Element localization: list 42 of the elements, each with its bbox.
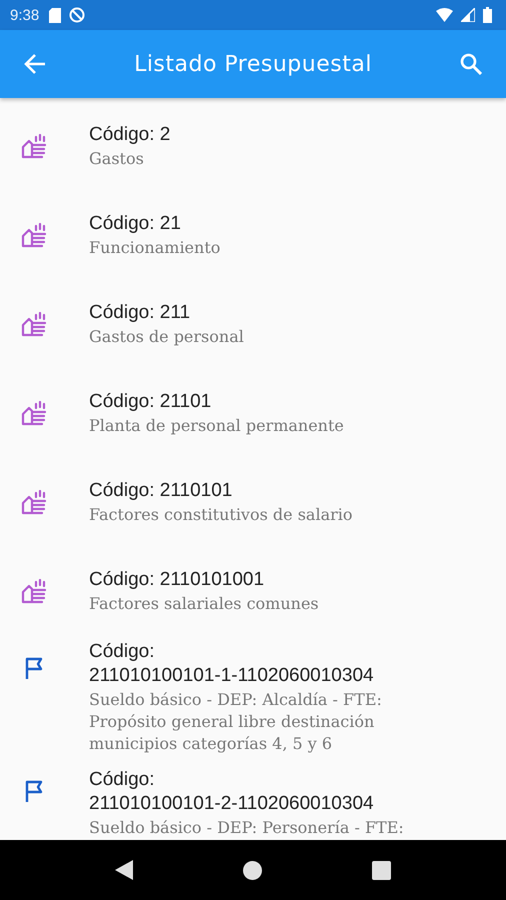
app-title: Listado Presupuestal <box>133 52 373 76</box>
blocked-circle-icon <box>69 7 86 23</box>
wifi-icon <box>436 8 453 22</box>
item-description: Gastos de personal <box>89 326 245 348</box>
hand-icon <box>21 490 49 516</box>
item-code: Código: 211010100101-2-1102060010304 <box>89 768 375 816</box>
hand-icon <box>21 312 49 338</box>
list-item[interactable]: Código: 2110101 Factores constitutivos de salario <box>0 458 506 547</box>
item-code: Código: 2110101 <box>89 479 234 503</box>
back-arrow-icon[interactable] <box>24 53 46 75</box>
item-code: Código: 211010100101-1-1102060010304 <box>89 640 375 688</box>
home-circle-icon[interactable] <box>243 860 262 880</box>
list-item[interactable]: Código: 21 Funcionamiento <box>0 191 506 280</box>
battery-icon <box>483 7 492 23</box>
list-item[interactable]: Código: 21101 Planta de personal permanente <box>0 369 506 458</box>
recents-square-icon[interactable] <box>372 860 391 880</box>
hand-icon <box>21 578 49 604</box>
item-description: Gastos <box>89 148 145 170</box>
list-item[interactable]: Código: 2 Gastos <box>0 102 506 191</box>
item-code: Código: 21 <box>89 212 182 236</box>
back-triangle-icon[interactable] <box>115 860 133 880</box>
hand-icon <box>21 134 49 160</box>
hand-icon <box>21 400 49 426</box>
item-description: Factores salariales comunes <box>89 593 320 615</box>
item-description: Factores constitutivos de salario <box>89 504 354 526</box>
item-code: Código: 211 <box>89 301 192 325</box>
item-code: Código: 21101 <box>89 390 212 414</box>
status-time: 9:38 <box>10 6 40 24</box>
list-item[interactable]: Código: 211 Gastos de personal <box>0 280 506 369</box>
item-description: Funcionamiento <box>89 237 222 259</box>
item-code: Código: 2 <box>89 123 172 147</box>
list-item[interactable]: Código: 211010100101-2-1102060010304 Sueldo básico - DEP: Personería - FTE: <box>0 759 506 840</box>
search-icon[interactable] <box>460 53 482 75</box>
item-description: Sueldo básico - DEP: Alcaldía - FTE: Propósito general libre destinación municipios categorías 4, 5 y 6 <box>89 689 383 755</box>
list-item[interactable]: Código: 211010100101-1-1102060010304 Sueldo básico - DEP: Alcaldía - FTE: Propósito general libre destinación municipios categorías 4, 5 y 6 <box>0 636 506 759</box>
item-description: Planta de personal permanente <box>89 415 345 437</box>
hand-icon <box>21 222 49 248</box>
list-item[interactable]: Código: 2110101001 Factores salariales comunes <box>0 547 506 636</box>
sd-card-icon <box>49 8 62 22</box>
signal-icon <box>461 8 475 22</box>
item-description: Sueldo básico - DEP: Personería - FTE: <box>89 817 405 839</box>
item-code: Código: 2110101001 <box>89 568 266 592</box>
